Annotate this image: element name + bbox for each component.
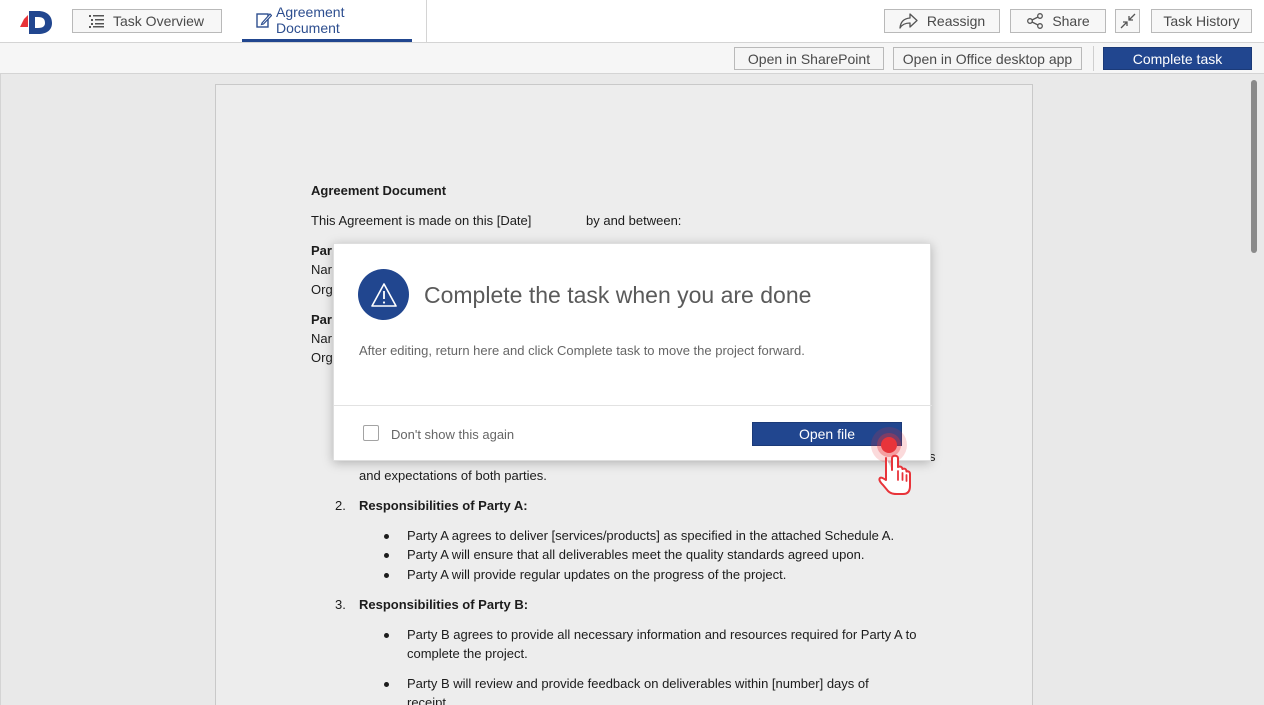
task-history-label: Task History bbox=[1163, 13, 1240, 29]
forward-arrow-icon bbox=[899, 13, 918, 29]
collapse-button[interactable] bbox=[1115, 9, 1140, 33]
task-history-button[interactable]: Task History bbox=[1151, 9, 1252, 33]
section2-item: Party A will provide regular updates on … bbox=[407, 567, 787, 582]
section2-item: Party A will ensure that all deliverable… bbox=[407, 547, 865, 562]
share-label: Share bbox=[1052, 13, 1090, 29]
bullet bbox=[384, 534, 389, 539]
section3-item2-line1: Party B will review and provide feedback… bbox=[407, 676, 869, 691]
top-bar: Task Overview Agreement Document Reassig… bbox=[0, 0, 1264, 43]
complete-task-dialog: Complete the task when you are done Afte… bbox=[333, 243, 932, 461]
bullet bbox=[384, 573, 389, 578]
dialog-body: After editing, return here and click Com… bbox=[359, 343, 805, 358]
section3-number: 3. bbox=[335, 597, 346, 612]
tab-agreement-document-label: Agreement Document bbox=[275, 3, 345, 36]
dont-show-again-label: Don't show this again bbox=[391, 427, 515, 442]
tab-divider bbox=[426, 0, 427, 42]
party-a-heading: Par bbox=[311, 243, 332, 258]
section3-heading: Responsibilities of Party B: bbox=[359, 597, 529, 612]
party-b-heading: Par bbox=[311, 312, 332, 327]
dialog-title: Complete the task when you are done bbox=[424, 282, 812, 308]
bullet bbox=[384, 682, 389, 687]
tab-agreement-document[interactable]: Agreement Document bbox=[242, 0, 412, 42]
document-title: Agreement Document bbox=[311, 183, 447, 198]
section3-item2-line2: receipt. bbox=[407, 695, 450, 705]
warning-icon bbox=[358, 269, 409, 320]
tab-task-overview-label: Task Overview bbox=[113, 13, 205, 29]
complete-task-button[interactable]: Complete task bbox=[1103, 47, 1252, 70]
party-b-org: Org bbox=[311, 350, 333, 365]
reassign-label: Reassign bbox=[926, 13, 986, 29]
scrollbar-thumb[interactable] bbox=[1251, 80, 1257, 253]
hand-cursor-icon bbox=[871, 427, 911, 495]
share-icon bbox=[1027, 13, 1044, 29]
document-intro-right: by and between: bbox=[586, 213, 682, 228]
section1-line2: and expectations of both parties. bbox=[359, 468, 547, 483]
dont-show-again-checkbox[interactable] bbox=[363, 425, 379, 441]
reassign-button[interactable]: Reassign bbox=[884, 9, 1000, 33]
party-a-org: Org bbox=[311, 282, 333, 297]
bullet bbox=[384, 553, 389, 558]
party-b-name: Nar bbox=[311, 331, 332, 346]
collapse-icon bbox=[1120, 13, 1135, 29]
share-button[interactable]: Share bbox=[1010, 9, 1106, 33]
section2-number: 2. bbox=[335, 498, 346, 513]
tab-task-overview[interactable]: Task Overview bbox=[72, 9, 222, 33]
dialog-divider bbox=[334, 405, 932, 406]
party-a-name: Nar bbox=[311, 262, 332, 277]
bullet bbox=[384, 633, 389, 638]
section2-heading: Responsibilities of Party A: bbox=[359, 498, 528, 513]
open-in-office-button[interactable]: Open in Office desktop app bbox=[893, 47, 1082, 70]
section3-item1-line1: Party B agrees to provide all necessary … bbox=[407, 627, 917, 642]
section3-item1-line2: complete the project. bbox=[407, 646, 528, 661]
edit-document-icon bbox=[256, 12, 272, 28]
action-bar-divider bbox=[1093, 46, 1094, 71]
open-in-sharepoint-button[interactable]: Open in SharePoint bbox=[734, 47, 884, 70]
action-bar: Open in SharePoint Open in Office deskto… bbox=[0, 43, 1264, 74]
document-intro-left: This Agreement is made on this [Date] bbox=[311, 213, 532, 228]
list-icon bbox=[89, 15, 104, 28]
app-logo[interactable] bbox=[18, 7, 56, 35]
section2-item: Party A agrees to deliver [services/prod… bbox=[407, 528, 895, 543]
